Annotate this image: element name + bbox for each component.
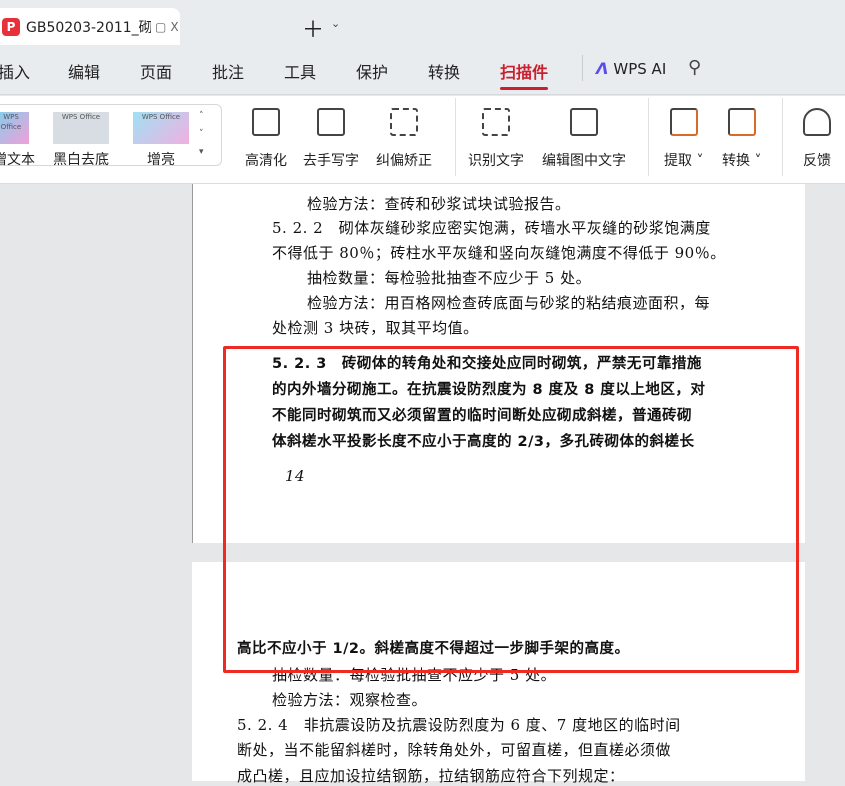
wps-ai-button[interactable]: Λ WPS AI [596, 59, 666, 78]
remove-handwriting-button[interactable]: 去手写字 [303, 104, 359, 170]
doc-line: 断处，当不能留斜槎时，除转角处外，可留直槎，但直槎必须做 [237, 741, 672, 759]
extract-icon [669, 108, 698, 136]
document-tab[interactable]: P GB50203-2011_砌体结构工程 ▢ X [0, 8, 180, 45]
convert-button[interactable]: 转换 ˅ [722, 104, 761, 170]
menu-edit[interactable]: 编辑 [68, 59, 100, 83]
menu-tools[interactable]: 工具 [284, 59, 316, 83]
ribbon-toolbar: WPS Office WPS Office WPS Office 增文本 黑白去… [0, 96, 845, 184]
edit-image-icon [570, 108, 598, 136]
deskew-button[interactable]: 纠偏矫正 [376, 104, 432, 170]
hd-icon [252, 108, 280, 136]
doc-line: 抽检数量：每检验批抽查不应少于 5 处。 [307, 269, 592, 287]
tab-title: GB50203-2011_砌体结构工程 [26, 19, 151, 36]
doc-line: 检验方法：观察检查。 [272, 691, 428, 709]
thumb-brighten[interactable]: WPS Office [133, 112, 189, 144]
doc-line: 不得低于 80％；砖柱水平灰缝和竖向灰缝饱满度不得低于 90％。 [272, 244, 726, 262]
menu-convert[interactable]: 转换 [428, 59, 460, 83]
feedback-button[interactable]: 反馈 [803, 104, 831, 170]
ocr-icon [482, 108, 510, 136]
menu-bar: 插入 编辑 页面 批注 工具 保护 转换 扫描件 Λ WPS AI ⚲ [0, 45, 845, 95]
gallery-item-brighten[interactable]: 增亮 [147, 149, 175, 169]
doc-line: 处检测 3 块砖，取其平均值。 [272, 319, 479, 337]
doc-line: 检验方法：查砖和砂浆试块试验报告。 [307, 195, 571, 213]
chevron-down-icon[interactable]: ⌄ [331, 17, 340, 30]
thumb-text[interactable]: WPS Office [0, 112, 29, 144]
menu-protect[interactable]: 保护 [356, 59, 388, 83]
hd-button[interactable]: 高清化 [245, 104, 287, 170]
wps-ai-icon: Λ [596, 59, 609, 78]
chevron-up-icon[interactable]: ˄ [199, 111, 204, 121]
eraser-icon [317, 108, 345, 136]
headset-icon [803, 108, 831, 136]
thumb-bw[interactable]: WPS Office [53, 112, 109, 144]
monitor-icon[interactable]: ▢ [155, 20, 166, 34]
menu-scan[interactable]: 扫描件 [500, 59, 549, 90]
chevron-down-icon[interactable]: ˅ [199, 129, 204, 139]
deskew-icon [390, 108, 418, 136]
extract-button[interactable]: 提取 ˅ [664, 104, 703, 170]
edit-image-text-button[interactable]: 编辑图中文字 [542, 104, 626, 170]
pdf-logo-icon: P [2, 17, 20, 36]
divider [455, 98, 456, 176]
close-tab-icon[interactable]: X [170, 20, 178, 34]
gallery-item-bw[interactable]: 黑白去底 [53, 149, 109, 169]
menu-page[interactable]: 页面 [140, 59, 172, 83]
menu-insert[interactable]: 插入 [0, 59, 30, 83]
wps-ai-label: WPS AI [613, 59, 667, 78]
divider [782, 98, 783, 176]
menu-comment[interactable]: 批注 [212, 59, 244, 83]
tab-bar: P GB50203-2011_砌体结构工程 ▢ X ＋ ⌄ [0, 0, 845, 45]
expand-icon[interactable]: ▾ [199, 147, 204, 157]
gallery-item-text[interactable]: 增文本 [0, 149, 35, 169]
highlight-box [223, 346, 799, 673]
divider [582, 55, 583, 81]
enhance-gallery: WPS Office WPS Office WPS Office 增文本 黑白去… [0, 104, 222, 169]
ocr-button[interactable]: 识别文字 [468, 104, 524, 170]
doc-line: 5. 2. 4 非抗震设防及抗震设防烈度为 6 度、7 度地区的临时间 [237, 716, 681, 734]
convert-icon [727, 108, 756, 136]
doc-line: 5. 2. 2 砌体灰缝砂浆应密实饱满，砖墙水平灰缝的砂浆饱满度 [272, 219, 711, 237]
doc-line: 检验方法：用百格网检查砖底面与砂浆的粘结痕迹面积，每 [307, 294, 711, 312]
divider [648, 98, 649, 176]
doc-line: 成凸槎，且应加设拉结钢筋，拉结钢筋应符合下列规定： [237, 767, 625, 785]
new-tab-icon[interactable]: ＋ [302, 12, 324, 44]
search-icon[interactable]: ⚲ [688, 57, 701, 78]
